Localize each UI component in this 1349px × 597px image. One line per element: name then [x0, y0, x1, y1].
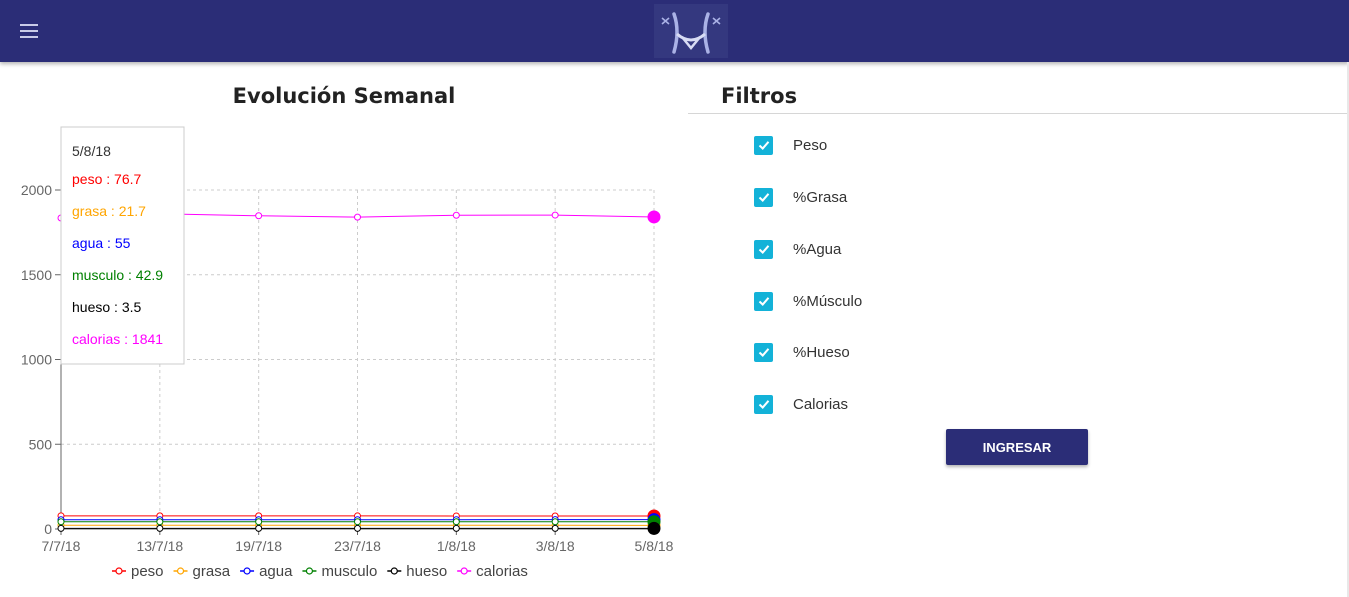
legend-label-hueso: hueso [406, 563, 447, 580]
filter-label: Calorias [793, 395, 849, 413]
y-tick-label: 1500 [21, 267, 52, 283]
x-tick-label: 19/7/18 [235, 538, 282, 554]
chart-title: Evolución Semanal [232, 84, 456, 108]
data-point-calorias [255, 212, 263, 220]
data-point-hueso [57, 524, 65, 532]
checkbox-grasa[interactable] [754, 187, 773, 207]
data-point-musculo [354, 518, 361, 526]
data-point-musculo [551, 518, 559, 526]
filter-label: %Músculo [793, 292, 863, 310]
line-chart[interactable]: 0 500 1000 1500 2000 7/7/18 13/7/18 19/7/18 23/7… [0, 117, 688, 597]
legend-marker-peso [115, 567, 123, 575]
data-point-hueso [255, 524, 263, 532]
legend-label-agua: agua [259, 563, 293, 580]
check-icon [758, 193, 769, 202]
data-point-calorias [354, 213, 361, 221]
x-tick-label: 7/7/18 [42, 538, 81, 554]
tooltip-item-peso: peso : 76.7 [72, 171, 141, 187]
check-icon [758, 297, 769, 306]
check-icon [758, 400, 769, 409]
filter-label: %Grasa [793, 188, 848, 206]
legend-marker-hueso [390, 567, 398, 575]
y-tick-label: 500 [29, 436, 53, 452]
data-point-hueso [647, 521, 661, 535]
legend-label-musculo: musculo [321, 563, 377, 580]
legend-marker-calorias [460, 567, 468, 575]
data-point-hueso [551, 524, 559, 532]
legend-marker-grasa [176, 567, 185, 575]
filter-calorias[interactable]: Calorias [754, 392, 848, 416]
check-icon [758, 141, 769, 150]
tooltip-item-calorias: calorias : 1841 [72, 331, 163, 347]
legend-label-peso: peso [131, 563, 164, 580]
data-point-calorias [452, 211, 460, 219]
data-point-hueso [354, 524, 361, 532]
data-point-musculo [452, 518, 460, 526]
checkbox-agua[interactable] [754, 239, 773, 259]
data-point-musculo [156, 518, 164, 526]
ingresar-button[interactable]: INGRESAR [946, 429, 1088, 465]
filter-agua[interactable]: %Agua [754, 237, 841, 261]
check-icon [758, 348, 769, 357]
tooltip-item-hueso: hueso : 3.5 [72, 299, 141, 315]
legend-marker-agua [243, 567, 251, 575]
x-tick-label: 13/7/18 [136, 538, 183, 554]
waist-logo-icon [654, 4, 728, 58]
menu-button[interactable] [14, 17, 46, 45]
checkbox-musculo[interactable] [754, 291, 773, 311]
filter-label: %Hueso [793, 343, 850, 361]
filter-hueso[interactable]: %Hueso [754, 340, 850, 364]
checkbox-calorias[interactable] [754, 394, 773, 414]
check-icon [758, 245, 769, 254]
x-tick-label: 3/8/18 [536, 538, 575, 554]
checkbox-peso[interactable] [754, 135, 773, 155]
x-tick-label: 1/8/18 [437, 538, 476, 554]
data-point-musculo [255, 518, 263, 526]
checkbox-hueso[interactable] [754, 342, 773, 362]
filter-label: %Agua [793, 240, 842, 258]
data-point-hueso [156, 524, 164, 532]
x-tick-label: 23/7/18 [334, 538, 381, 554]
filter-peso[interactable]: Peso [754, 133, 827, 157]
y-tick-label: 2000 [21, 182, 52, 198]
tooltip-date: 5/8/18 [72, 143, 111, 159]
filters-title: Filtros [721, 84, 798, 108]
tooltip-item-musculo: musculo : 42.9 [72, 267, 163, 283]
data-point-musculo [57, 518, 65, 526]
app-bar [0, 0, 1349, 62]
filters-panel: Filtros Peso %Grasa %Agua %Músculo %Hues… [688, 62, 1348, 597]
filter-grasa[interactable]: %Grasa [754, 185, 847, 209]
y-tick-label: 1000 [21, 352, 52, 368]
x-tick-label: 5/8/18 [635, 538, 674, 554]
data-point-calorias [551, 211, 559, 219]
filter-label: Peso [793, 136, 828, 154]
legend-label-calorias: calorias [476, 563, 528, 580]
filter-musculo[interactable]: %Músculo [754, 289, 862, 313]
legend-label-grasa: grasa [193, 563, 231, 580]
tooltip-item-grasa: grasa : 21.7 [72, 203, 146, 219]
y-tick-label: 0 [44, 521, 52, 537]
data-point-hueso [452, 524, 460, 532]
data-point-calorias [647, 210, 661, 224]
divider [688, 113, 1348, 114]
tooltip-item-agua: agua : 55 [72, 235, 131, 251]
chart-panel: Evolución Semanal 0 500 1000 1500 2000 7/7/18… [0, 62, 688, 597]
legend-marker-musculo [305, 567, 314, 575]
